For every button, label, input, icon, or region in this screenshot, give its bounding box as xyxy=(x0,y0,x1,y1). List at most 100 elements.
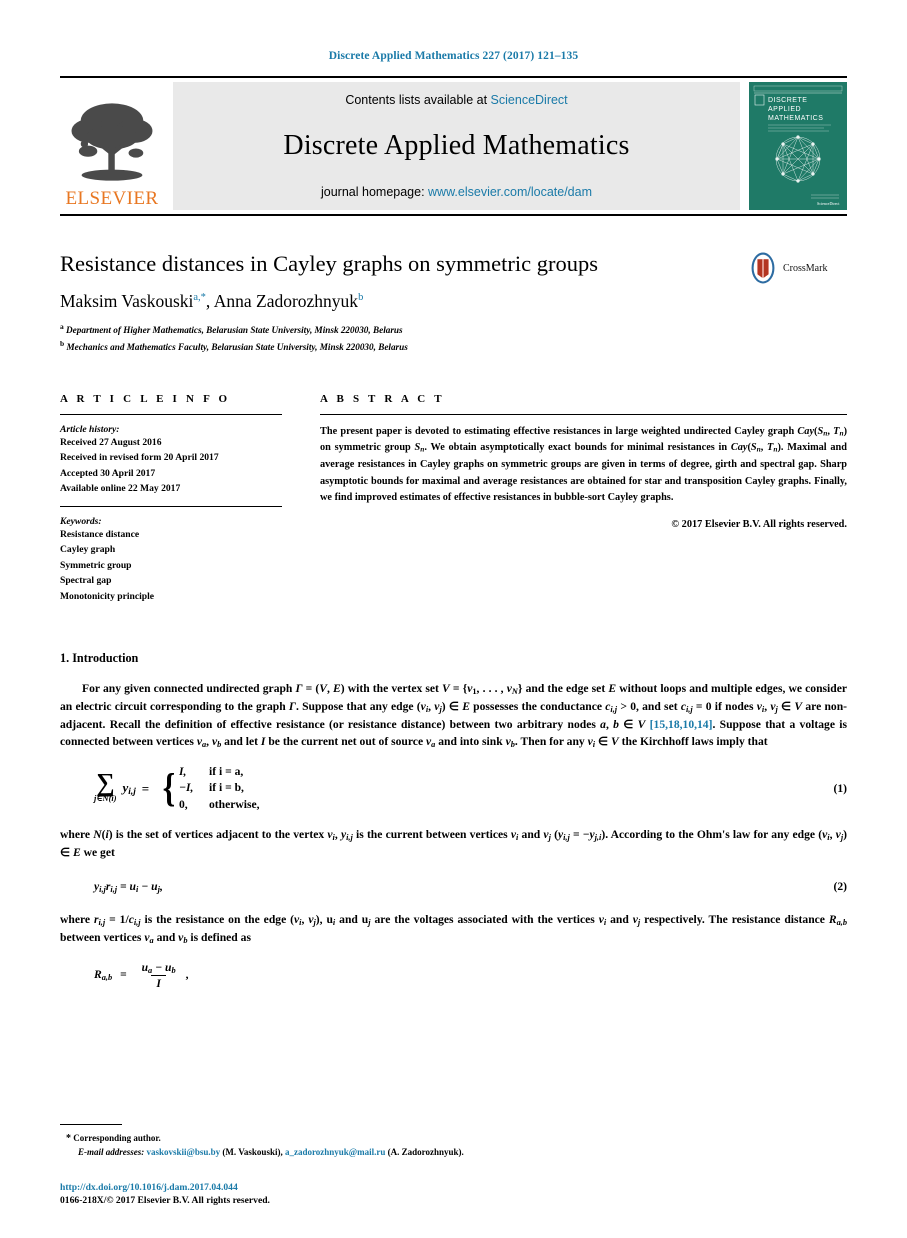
abstract-text: The present paper is devoted to estimati… xyxy=(320,425,847,504)
crossmark-icon xyxy=(751,252,775,284)
keywords-block: Keywords: Resistance distance Cayley gra… xyxy=(60,516,282,605)
article-history-label: Article history: xyxy=(60,423,120,435)
body-content: 1. Introduction For any given connected … xyxy=(60,651,847,991)
journal-cover-thumbnail: DISCRETE APPLIED MATHEMATICS ScienceDire… xyxy=(749,82,847,210)
masthead-bottom-rule xyxy=(60,214,847,216)
equation-1-equals: = xyxy=(141,780,150,796)
keyword-item: Resistance distance xyxy=(60,528,140,540)
affiliation-b-text: Mechanics and Mathematics Faculty, Belar… xyxy=(66,341,408,352)
masthead-top-rule xyxy=(60,76,847,78)
svg-text:APPLIED: APPLIED xyxy=(768,106,801,113)
footnote-rule xyxy=(60,1123,122,1125)
svg-text:ScienceDirect: ScienceDirect xyxy=(817,201,840,206)
corresponding-author-note: * Corresponding author. xyxy=(60,1131,850,1147)
equation-1-case-3: 0, otherwise, xyxy=(178,797,260,811)
article-info-column: A R T I C L E I N F O Article history: R… xyxy=(60,393,282,605)
paragraph-2: where N(i) is the set of vertices adjace… xyxy=(60,828,848,860)
equation-1: ∑ j∈N(i) yi,j = { I, if i = a, −I, if i = … xyxy=(94,764,801,813)
equation-1-case-1: I, if i = a, xyxy=(178,764,244,778)
email-addresses-note: E-mail addresses: vaskovskii@bsu.by (M. … xyxy=(60,1146,850,1160)
author-name-1: Maksim Vaskouski xyxy=(60,291,194,311)
keywords-list: Resistance distance Cayley graph Symmetr… xyxy=(60,527,282,605)
equation-1-cases: I, if i = a, −I, if i = b, 0, otherwise, xyxy=(179,764,260,813)
history-item: Received in revised form 20 April 2017 xyxy=(60,452,219,464)
abstract-rule xyxy=(320,413,847,415)
article-page: Discrete Applied Mathematics 227 (2017) … xyxy=(0,0,907,1238)
crossmark-label: CrossMark xyxy=(783,262,828,274)
masthead-center-panel: Contents lists available at ScienceDirec… xyxy=(173,82,740,210)
equation-1-row: ∑ j∈N(i) yi,j = { I, if i = a, −I, if i = … xyxy=(60,764,847,813)
crossmark-badge[interactable]: CrossMark xyxy=(747,252,847,284)
email-link-1[interactable]: vaskovskii@bsu.by xyxy=(147,1147,221,1157)
affiliation-b: b Mechanics and Mathematics Faculty, Bel… xyxy=(60,338,408,352)
history-item: Accepted 30 April 2017 xyxy=(60,467,156,479)
equation-2-body: yi,jri,j = ui − uj, xyxy=(60,877,801,895)
abstract-column: A B S T R A C T The present paper is dev… xyxy=(320,393,847,605)
section-heading-introduction: 1. Introduction xyxy=(60,650,139,665)
journal-homepage-line: journal homepage: www.elsevier.com/locat… xyxy=(321,185,592,199)
equation-3: Ra,b = ua − ub I , xyxy=(94,960,189,991)
keywords-label: Keywords: xyxy=(60,515,102,527)
doi-link[interactable]: http://dx.doi.org/10.1016/j.dam.2017.04.… xyxy=(60,1182,850,1193)
homepage-prefix: journal homepage: xyxy=(321,185,425,199)
article-info-rule xyxy=(60,413,282,415)
equation-1-number: (1) xyxy=(833,782,847,796)
history-item: Available online 22 May 2017 xyxy=(60,483,181,495)
equation-3-fraction: ua − ub I xyxy=(137,961,181,991)
sciencedirect-link[interactable]: ScienceDirect xyxy=(491,93,568,107)
contents-available-line: Contents lists available at ScienceDirec… xyxy=(345,93,567,107)
equation-1-case-2: −I, if i = b, xyxy=(178,781,244,795)
summation-symbol: ∑ j∈N(i) xyxy=(94,768,117,804)
equation-1-lhs: yi,j xyxy=(122,780,136,798)
author-sup-1[interactable]: a,* xyxy=(193,292,206,303)
email-label: E-mail addresses: xyxy=(78,1147,145,1158)
title-block: CrossMark Resistance distances in Cayley… xyxy=(60,250,847,355)
author-sup-2[interactable]: b xyxy=(358,292,363,303)
author-list: Maksim Vaskouskia,*, Anna Zadorozhnyukb xyxy=(60,291,364,311)
equation-3-trailing: , xyxy=(185,968,189,982)
elsevier-logo: ELSEVIER xyxy=(60,82,164,210)
running-head: Discrete Applied Mathematics 227 (2017) … xyxy=(328,50,579,62)
equation-2-number: (2) xyxy=(833,879,847,893)
paragraph-3: where ri,j = 1/ci,j is the resistance on… xyxy=(60,913,848,946)
contents-prefix: Contents lists available at xyxy=(345,93,488,107)
paragraph-1: For any given connected undirected graph… xyxy=(60,681,848,749)
equation-2: yi,jri,j = ui − uj, xyxy=(94,880,163,895)
summation-subscript: j∈N(i) xyxy=(94,794,117,804)
equation-1-brace: { xyxy=(162,765,176,811)
journal-title: Discrete Applied Mathematics xyxy=(283,130,630,161)
keyword-item: Symmetric group xyxy=(60,559,132,571)
elsevier-tree-icon xyxy=(71,103,153,181)
equation-3-body: Ra,b = ua − ub I , xyxy=(60,961,801,991)
info-abstract-row: A R T I C L E I N F O Article history: R… xyxy=(60,393,847,605)
keyword-item: Spectral gap xyxy=(60,575,112,587)
affiliation-a-text: Department of Higher Mathematics, Belaru… xyxy=(66,325,403,336)
email-owner-1: (M. Vaskouski), xyxy=(222,1147,283,1158)
journal-cover-art: DISCRETE APPLIED MATHEMATICS ScienceDire… xyxy=(749,82,847,210)
svg-text:DISCRETE: DISCRETE xyxy=(768,97,807,104)
equation-3-denominator: I xyxy=(151,975,166,990)
email-owner-2: (A. Zadorozhnyuk). xyxy=(387,1147,464,1158)
doi-block: http://dx.doi.org/10.1016/j.dam.2017.04.… xyxy=(60,1182,850,1206)
affiliations: a Department of Higher Mathematics, Bela… xyxy=(60,321,847,355)
equation-3-row: Ra,b = ua − ub I , xyxy=(60,961,847,991)
equation-3-equals: = xyxy=(120,968,127,982)
author-name-2: Anna Zadorozhnyuk xyxy=(213,291,359,311)
equation-1-body: ∑ j∈N(i) yi,j = { I, if i = a, −I, if i = … xyxy=(60,764,801,813)
issn-copyright-line: 0166-218X/© 2017 Elsevier B.V. All right… xyxy=(60,1195,270,1206)
elsevier-wordmark: ELSEVIER xyxy=(65,188,159,209)
email-link-2[interactable]: a_zadorozhnyuk@mail.ru xyxy=(285,1147,385,1157)
history-item: Received 27 August 2016 xyxy=(60,436,162,448)
masthead-container: ELSEVIER Contents lists available at Sci… xyxy=(60,76,847,216)
keywords-rule xyxy=(60,505,282,507)
masthead: ELSEVIER Contents lists available at Sci… xyxy=(60,82,847,210)
footnote-block: * Corresponding author. E-mail addresses… xyxy=(60,1123,850,1160)
article-history-list: Received 27 August 2016 Received in revi… xyxy=(60,435,282,497)
journal-homepage-link[interactable]: www.elsevier.com/locate/dam xyxy=(428,185,592,199)
keyword-item: Cayley graph xyxy=(60,544,116,556)
corresponding-author-text: Corresponding author. xyxy=(73,1132,161,1143)
keyword-item: Monotonicity principle xyxy=(60,590,155,602)
page-title: Resistance distances in Cayley graphs on… xyxy=(60,251,599,276)
article-info-heading: A R T I C L E I N F O xyxy=(60,392,231,405)
citation-link[interactable]: [15,18,10,14] xyxy=(650,718,713,731)
